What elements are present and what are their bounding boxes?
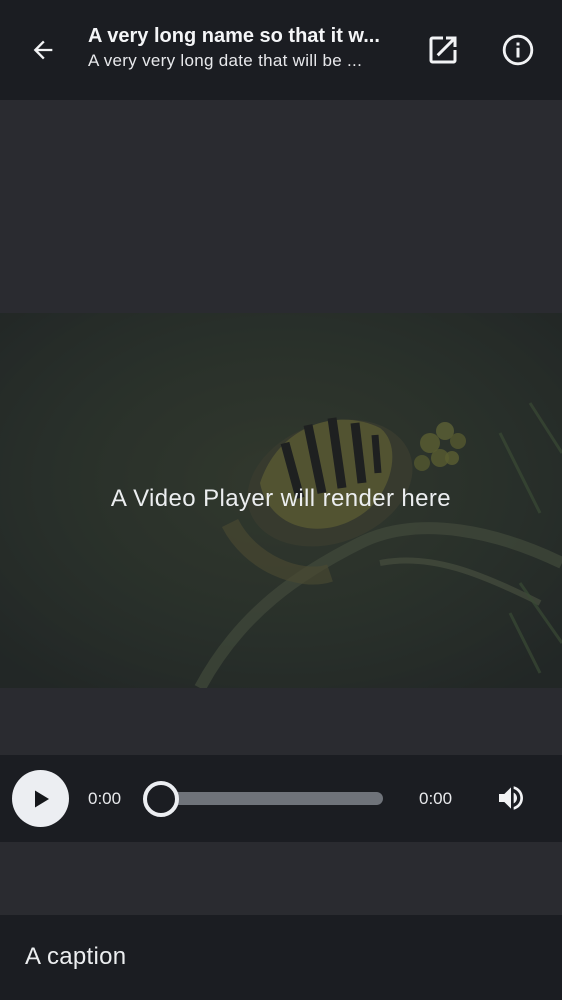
back-button[interactable] [21, 28, 65, 72]
open-external-icon [429, 36, 457, 64]
info-button[interactable] [496, 28, 540, 72]
app-header: A very long name so that it w... A very … [0, 0, 562, 100]
seek-bar[interactable] [160, 792, 383, 805]
caption-bar: A caption [0, 915, 562, 1000]
title-block: A very long name so that it w... A very … [88, 22, 400, 72]
media-title: A very long name so that it w... [88, 25, 380, 47]
media-viewer: A very long name so that it w... A very … [0, 0, 562, 1000]
info-icon [502, 34, 534, 66]
volume-button[interactable] [489, 776, 533, 820]
play-icon [34, 790, 49, 807]
current-time: 0:00 [88, 789, 122, 808]
video-placeholder-text: A Video Player will render here [110, 485, 452, 512]
video-player[interactable]: A Video Player will render here [0, 313, 562, 688]
volume-icon [499, 786, 523, 810]
caption-text: A caption [25, 943, 127, 970]
play-button[interactable] [12, 770, 69, 827]
arrow-left-icon [33, 40, 53, 60]
total-time: 0:00 [419, 789, 453, 808]
media-date: A very very long date that will be ... [88, 51, 363, 70]
seek-handle[interactable] [143, 781, 179, 817]
open-external-button[interactable] [421, 28, 465, 72]
playback-controls: 0:00 0:00 [0, 755, 562, 842]
